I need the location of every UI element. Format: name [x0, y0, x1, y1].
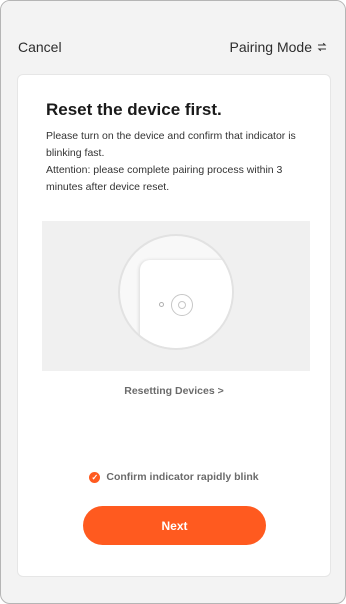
app-screen: Cancel Pairing Mode Reset the device fir…: [0, 0, 346, 604]
instruction-text: Please turn on the device and confirm th…: [46, 128, 311, 196]
swap-icon: [317, 42, 327, 52]
reset-button-icon: [171, 294, 193, 316]
next-button[interactable]: Next: [83, 506, 266, 545]
device-body: [140, 260, 232, 348]
attention-paragraph: Attention: please complete pairing proce…: [46, 164, 283, 193]
indicator-light-icon: [159, 302, 164, 307]
device-illustration: [42, 221, 310, 371]
top-bar: Cancel Pairing Mode: [1, 1, 345, 71]
cancel-button[interactable]: Cancel: [18, 39, 62, 55]
pairing-mode-label: Pairing Mode: [229, 39, 313, 55]
device-zoom-circle: [120, 236, 232, 348]
instruction-paragraph: Please turn on the device and confirm th…: [46, 130, 296, 159]
reset-instruction-card: Reset the device first. Please turn on t…: [17, 74, 331, 577]
confirm-label: Confirm indicator rapidly blink: [106, 471, 259, 483]
check-icon: ✓: [89, 471, 101, 483]
resetting-devices-link[interactable]: Resetting Devices >: [18, 385, 330, 397]
pairing-mode-button[interactable]: Pairing Mode: [230, 39, 329, 55]
confirm-indicator-checkbox[interactable]: ✓ Confirm indicator rapidly blink: [18, 471, 330, 483]
page-title: Reset the device first.: [46, 100, 222, 119]
